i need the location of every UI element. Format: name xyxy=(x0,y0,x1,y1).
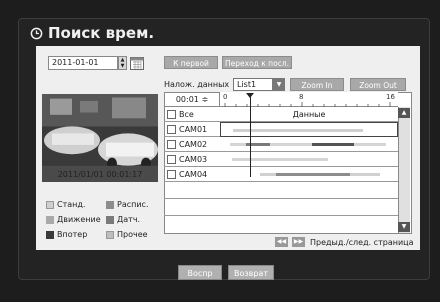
camera-row-1[interactable]: CAM01 xyxy=(164,122,220,137)
empty-row xyxy=(164,199,220,216)
preview-timestamp: 2011/01/01 00:01:17 xyxy=(57,170,143,179)
legend-swatch xyxy=(106,200,114,209)
tick-16: 16 xyxy=(386,93,395,101)
first-button[interactable]: К первой xyxy=(164,56,218,69)
play-button[interactable]: Воспр xyxy=(178,265,222,280)
legend-intrusion: Впотер xyxy=(46,230,87,239)
camera-track-4[interactable] xyxy=(220,167,398,182)
legend-sensor: Датч. xyxy=(106,215,140,224)
recording-bar xyxy=(276,173,350,176)
select-all-row[interactable]: Все xyxy=(164,107,220,122)
camera-checkbox[interactable] xyxy=(167,154,176,164)
scroll-up-icon[interactable]: ▲ xyxy=(398,108,410,118)
legend-swatch xyxy=(106,215,114,224)
legend-scheduled: Станд. xyxy=(46,200,85,209)
scroll-down-icon[interactable]: ▼ xyxy=(398,222,410,232)
recording-bar xyxy=(233,129,363,132)
camera-row-4[interactable]: CAM04 xyxy=(164,167,220,182)
legend-other: Прочее xyxy=(106,230,148,239)
next-page-icon[interactable]: ▶▶ xyxy=(292,237,305,247)
select-all-checkbox[interactable] xyxy=(167,109,176,119)
empty-track xyxy=(220,199,398,216)
data-header: Данные xyxy=(220,107,398,122)
date-spinner[interactable]: ▲ ▼ xyxy=(118,56,127,70)
camera-row-2[interactable]: CAM02 xyxy=(164,137,220,152)
clock-icon xyxy=(30,27,43,39)
vertical-scrollbar[interactable] xyxy=(398,107,410,233)
camera-preview xyxy=(42,94,158,182)
tick-0: 0 xyxy=(223,93,228,101)
tick-8: 8 xyxy=(299,93,304,101)
recording-bar xyxy=(232,158,328,161)
back-button[interactable]: Возврат xyxy=(228,265,274,280)
legend-schedule: Распис. xyxy=(106,200,149,209)
page-title-text: Поиск врем. xyxy=(48,24,155,42)
go-to-last-button[interactable]: Переход к посл. xyxy=(222,56,292,69)
camera-row-3[interactable]: CAM03 xyxy=(164,152,220,167)
legend-swatch xyxy=(46,215,54,224)
legend-motion: Движение xyxy=(46,215,101,224)
empty-track xyxy=(220,182,398,199)
camera-checkbox[interactable] xyxy=(167,124,176,134)
paging-label: Предыд./след. страница xyxy=(310,238,414,247)
zoom-in-button[interactable]: Zoom In xyxy=(290,78,344,91)
screen: Поиск врем. 2011-01-01 ▲ ▼ К первой Перех… xyxy=(0,0,440,302)
previous-page-icon[interactable]: ◀◀ xyxy=(275,237,288,247)
zoom-out-button[interactable]: Zoom Out xyxy=(350,78,406,91)
overlap-select[interactable]: List1 xyxy=(233,78,273,91)
camera-checkbox[interactable] xyxy=(167,169,176,179)
camera-track-2[interactable] xyxy=(220,137,398,152)
camera-checkbox[interactable] xyxy=(167,139,176,149)
recording-bar xyxy=(312,143,354,146)
time-selector[interactable]: 00:01 ≑ xyxy=(164,92,220,107)
empty-row xyxy=(164,182,220,199)
page-title: Поиск врем. xyxy=(30,24,154,42)
calendar-icon[interactable] xyxy=(130,56,144,70)
chevron-down-icon[interactable]: ▼ xyxy=(273,78,285,91)
legend-swatch xyxy=(46,200,54,209)
legend-swatch xyxy=(46,230,54,239)
overlap-label: Налож. данных xyxy=(164,80,230,89)
date-input[interactable]: 2011-01-01 xyxy=(48,56,118,70)
camera-track-1[interactable] xyxy=(220,122,398,137)
playhead-line[interactable] xyxy=(250,97,251,177)
legend-swatch xyxy=(106,230,114,239)
camera-track-3[interactable] xyxy=(220,152,398,167)
